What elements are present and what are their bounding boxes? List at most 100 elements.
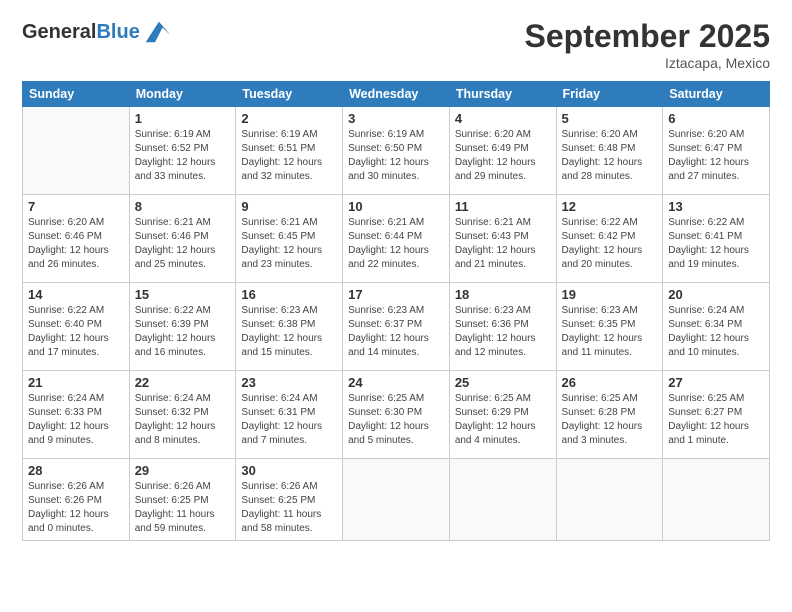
- day-info: Sunrise: 6:24 AMSunset: 6:33 PMDaylight:…: [28, 392, 124, 448]
- calendar-cell: 26 Sunrise: 6:25 AMSunset: 6:28 PMDayligh…: [556, 371, 663, 459]
- day-number: 18: [455, 287, 551, 302]
- calendar-cell: [663, 459, 770, 541]
- day-number: 3: [348, 111, 444, 126]
- calendar-cell: 5 Sunrise: 6:20 AMSunset: 6:48 PMDaylight…: [556, 107, 663, 195]
- day-number: 11: [455, 199, 551, 214]
- week-row-1: 1Sunrise: 6:19 AMSunset: 6:52 PMDaylight…: [23, 107, 770, 195]
- calendar-cell: 25Sunrise: 6:25 AMSunset: 6:29 PMDayligh…: [449, 371, 556, 459]
- day-info: Sunrise: 6:21 AMSunset: 6:43 PMDaylight:…: [455, 216, 551, 272]
- calendar-cell: 24 Sunrise: 6:25 AMSunset: 6:30 PMDayligh…: [343, 371, 450, 459]
- day-info: Sunrise: 6:21 AMSunset: 6:45 PMDaylight:…: [241, 216, 337, 272]
- calendar-header-row: SundayMondayTuesdayWednesdayThursdayFrid…: [23, 82, 770, 107]
- day-info: Sunrise: 6:20 AMSunset: 6:47 PMDaylight:…: [668, 128, 764, 184]
- logo-text: GeneralBlue: [22, 21, 140, 43]
- calendar-cell: [556, 459, 663, 541]
- calendar-cell: 8 Sunrise: 6:21 AMSunset: 6:46 PMDaylight…: [129, 195, 236, 283]
- day-number: 26: [562, 375, 658, 390]
- day-info: Sunrise: 6:23 AMSunset: 6:37 PMDaylight:…: [348, 304, 444, 360]
- day-info: Sunrise: 6:24 AMSunset: 6:32 PMDaylight:…: [135, 392, 231, 448]
- day-number: 17: [348, 287, 444, 302]
- calendar-cell: 20 Sunrise: 6:24 AMSunset: 6:34 PMDayligh…: [663, 283, 770, 371]
- day-info: Sunrise: 6:22 AMSunset: 6:41 PMDaylight:…: [668, 216, 764, 272]
- day-info: Sunrise: 6:23 AMSunset: 6:38 PMDaylight:…: [241, 304, 337, 360]
- day-header-friday: Friday: [556, 82, 663, 107]
- header: GeneralBlue September 2025 Iztacapa, Mex…: [22, 18, 770, 71]
- calendar-cell: 16 Sunrise: 6:23 AMSunset: 6:38 PMDayligh…: [236, 283, 343, 371]
- day-info: Sunrise: 6:25 AMSunset: 6:30 PMDaylight:…: [348, 392, 444, 448]
- day-info: Sunrise: 6:26 AMSunset: 6:25 PMDaylight:…: [241, 480, 337, 536]
- day-number: 9: [241, 199, 337, 214]
- day-number: 13: [668, 199, 764, 214]
- calendar-cell: 11 Sunrise: 6:21 AMSunset: 6:43 PMDayligh…: [449, 195, 556, 283]
- day-info: Sunrise: 6:24 AMSunset: 6:34 PMDaylight:…: [668, 304, 764, 360]
- calendar-cell: 3 Sunrise: 6:19 AMSunset: 6:50 PMDaylight…: [343, 107, 450, 195]
- day-number: 28: [28, 463, 124, 478]
- day-info: Sunrise: 6:20 AMSunset: 6:49 PMDaylight:…: [455, 128, 551, 184]
- calendar-cell: 12Sunrise: 6:22 AMSunset: 6:42 PMDayligh…: [556, 195, 663, 283]
- day-number: 25: [455, 375, 551, 390]
- week-row-4: 21 Sunrise: 6:24 AMSunset: 6:33 PMDayligh…: [23, 371, 770, 459]
- calendar-cell: 9 Sunrise: 6:21 AMSunset: 6:45 PMDaylight…: [236, 195, 343, 283]
- day-header-wednesday: Wednesday: [343, 82, 450, 107]
- day-number: 23: [241, 375, 337, 390]
- day-info: Sunrise: 6:25 AMSunset: 6:28 PMDaylight:…: [562, 392, 658, 448]
- day-info: Sunrise: 6:20 AMSunset: 6:48 PMDaylight:…: [562, 128, 658, 184]
- day-header-monday: Monday: [129, 82, 236, 107]
- day-info: Sunrise: 6:19 AMSunset: 6:50 PMDaylight:…: [348, 128, 444, 184]
- calendar-cell: [343, 459, 450, 541]
- calendar-cell: 19 Sunrise: 6:23 AMSunset: 6:35 PMDayligh…: [556, 283, 663, 371]
- day-number: 14: [28, 287, 124, 302]
- day-info: Sunrise: 6:26 AMSunset: 6:26 PMDaylight:…: [28, 480, 124, 536]
- calendar-cell: 23 Sunrise: 6:24 AMSunset: 6:31 PMDayligh…: [236, 371, 343, 459]
- day-number: 22: [135, 375, 231, 390]
- calendar-cell: 18 Sunrise: 6:23 AMSunset: 6:36 PMDayligh…: [449, 283, 556, 371]
- week-row-2: 7 Sunrise: 6:20 AMSunset: 6:46 PMDaylight…: [23, 195, 770, 283]
- day-number: 20: [668, 287, 764, 302]
- calendar-cell: [23, 107, 130, 195]
- day-header-saturday: Saturday: [663, 82, 770, 107]
- calendar-cell: 21 Sunrise: 6:24 AMSunset: 6:33 PMDayligh…: [23, 371, 130, 459]
- day-number: 30: [241, 463, 337, 478]
- day-info: Sunrise: 6:24 AMSunset: 6:31 PMDaylight:…: [241, 392, 337, 448]
- day-number: 15: [135, 287, 231, 302]
- title-block: September 2025 Iztacapa, Mexico: [525, 18, 770, 71]
- day-number: 12: [562, 199, 658, 214]
- calendar-cell: 29 Sunrise: 6:26 AMSunset: 6:25 PMDayligh…: [129, 459, 236, 541]
- calendar-cell: 6 Sunrise: 6:20 AMSunset: 6:47 PMDaylight…: [663, 107, 770, 195]
- calendar-table: SundayMondayTuesdayWednesdayThursdayFrid…: [22, 81, 770, 541]
- day-number: 2: [241, 111, 337, 126]
- calendar-cell: 4Sunrise: 6:20 AMSunset: 6:49 PMDaylight…: [449, 107, 556, 195]
- week-row-5: 28 Sunrise: 6:26 AMSunset: 6:26 PMDayligh…: [23, 459, 770, 541]
- day-info: Sunrise: 6:23 AMSunset: 6:36 PMDaylight:…: [455, 304, 551, 360]
- day-info: Sunrise: 6:21 AMSunset: 6:46 PMDaylight:…: [135, 216, 231, 272]
- day-info: Sunrise: 6:20 AMSunset: 6:46 PMDaylight:…: [28, 216, 124, 272]
- day-number: 5: [562, 111, 658, 126]
- day-info: Sunrise: 6:23 AMSunset: 6:35 PMDaylight:…: [562, 304, 658, 360]
- week-row-3: 14 Sunrise: 6:22 AMSunset: 6:40 PMDayligh…: [23, 283, 770, 371]
- day-info: Sunrise: 6:19 AMSunset: 6:52 PMDaylight:…: [135, 128, 231, 184]
- day-number: 7: [28, 199, 124, 214]
- day-info: Sunrise: 6:26 AMSunset: 6:25 PMDaylight:…: [135, 480, 231, 536]
- calendar-cell: 2 Sunrise: 6:19 AMSunset: 6:51 PMDaylight…: [236, 107, 343, 195]
- day-number: 29: [135, 463, 231, 478]
- calendar-cell: 10Sunrise: 6:21 AMSunset: 6:44 PMDayligh…: [343, 195, 450, 283]
- location: Iztacapa, Mexico: [525, 55, 770, 71]
- logo: GeneralBlue: [22, 18, 170, 46]
- day-info: Sunrise: 6:21 AMSunset: 6:44 PMDaylight:…: [348, 216, 444, 272]
- day-number: 8: [135, 199, 231, 214]
- day-number: 21: [28, 375, 124, 390]
- day-header-tuesday: Tuesday: [236, 82, 343, 107]
- day-number: 6: [668, 111, 764, 126]
- day-info: Sunrise: 6:19 AMSunset: 6:51 PMDaylight:…: [241, 128, 337, 184]
- calendar-cell: 17 Sunrise: 6:23 AMSunset: 6:37 PMDayligh…: [343, 283, 450, 371]
- day-number: 16: [241, 287, 337, 302]
- calendar-cell: 28 Sunrise: 6:26 AMSunset: 6:26 PMDayligh…: [23, 459, 130, 541]
- calendar-cell: 27Sunrise: 6:25 AMSunset: 6:27 PMDayligh…: [663, 371, 770, 459]
- calendar-cell: 13 Sunrise: 6:22 AMSunset: 6:41 PMDayligh…: [663, 195, 770, 283]
- day-info: Sunrise: 6:22 AMSunset: 6:40 PMDaylight:…: [28, 304, 124, 360]
- day-number: 19: [562, 287, 658, 302]
- calendar-cell: 15Sunrise: 6:22 AMSunset: 6:39 PMDayligh…: [129, 283, 236, 371]
- day-header-sunday: Sunday: [23, 82, 130, 107]
- day-number: 24: [348, 375, 444, 390]
- month-title: September 2025: [525, 18, 770, 55]
